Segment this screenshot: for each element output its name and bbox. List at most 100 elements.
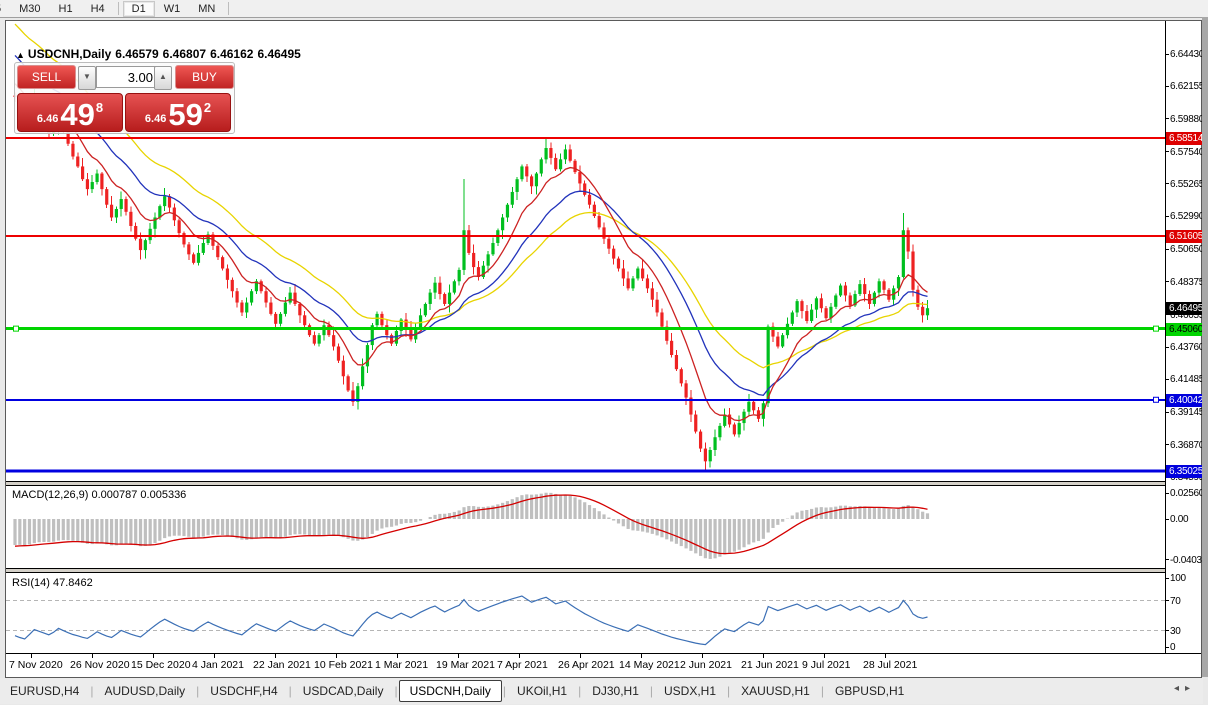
timeframe-button-m30[interactable]: M30 (10, 2, 49, 16)
timeframe-button-h1[interactable]: H1 (50, 2, 82, 16)
scale-tick-mark (1166, 281, 1169, 282)
scale-tick-mark (1166, 600, 1169, 601)
scale-tick-mark (1166, 249, 1169, 250)
price-tick: 6.57540 (1170, 146, 1204, 159)
rsi-tick: 30 (1170, 625, 1181, 638)
date-label: 28 Jul 2021 (863, 659, 917, 671)
buy-price-sup: 2 (204, 100, 211, 115)
tab-separator: | (578, 684, 581, 698)
macd-name: MACD(12,26,9) (12, 489, 88, 501)
price-tick: 6.50650 (1170, 243, 1204, 256)
tab-gbpusd-h1[interactable]: GBPUSD,H1 (825, 681, 914, 701)
date-tick-mark (214, 654, 215, 658)
date-tick-mark (580, 654, 581, 658)
timeframe-button-w1[interactable]: W1 (155, 2, 190, 16)
volume-decrease-button[interactable]: ▼ (78, 66, 96, 90)
scale-tick-mark (1166, 86, 1169, 87)
date-tick-mark (397, 654, 398, 658)
sell-price-button[interactable]: 6.46 49 8 (17, 93, 123, 132)
tab-usdcnh-daily[interactable]: USDCNH,Daily (399, 680, 502, 702)
rsi-canvas[interactable] (6, 573, 1165, 653)
date-tick-mark (763, 654, 764, 658)
date-tick-mark (92, 654, 93, 658)
chart-symbol-label: USDCNH,Daily (28, 47, 111, 61)
rsi-label: RSI(14) 47.8462 (12, 577, 93, 589)
price-tick: 6.43760 (1170, 341, 1204, 354)
price-scale[interactable]: 6.644306.621556.598806.575406.552656.529… (1166, 21, 1201, 653)
date-label: 4 Jan 2021 (192, 659, 244, 671)
quote-high: 6.46807 (163, 47, 206, 61)
date-label: 15 Dec 2020 (131, 659, 191, 671)
scale-tick-mark (1166, 444, 1169, 445)
chart-tab-bar: EURUSD,H4|AUDUSD,Daily|USDCHF,H4|USDCAD,… (0, 678, 1203, 704)
tab-ukoil-h1[interactable]: UKOil,H1 (507, 681, 577, 701)
tab-scroll-arrows[interactable]: ◂▸ (1174, 683, 1196, 694)
date-tick-mark (702, 654, 703, 658)
buy-price-prefix: 6.46 (145, 113, 166, 125)
tab-scroll-right-icon[interactable]: ▸ (1185, 683, 1196, 694)
volume-input[interactable] (96, 66, 160, 88)
tab-separator: | (196, 684, 199, 698)
scale-tick-mark (1166, 183, 1169, 184)
sell-price-big: 49 (60, 98, 94, 131)
tab-usdx-h1[interactable]: USDX,H1 (654, 681, 726, 701)
price-level-label: 6.51605 (1166, 230, 1206, 243)
macd-tick: 0.00 (1170, 513, 1188, 526)
macd-values: 0.000787 0.005336 (91, 489, 186, 501)
date-axis[interactable]: 7 Nov 202026 Nov 202015 Dec 20204 Jan 20… (6, 653, 1201, 676)
scale-tick-mark (1166, 519, 1169, 520)
price-tick: 6.59880 (1170, 113, 1204, 126)
quote-open: 6.46579 (115, 47, 158, 61)
date-tick-mark (336, 654, 337, 658)
timeframe-button-mn[interactable]: MN (189, 2, 224, 16)
tab-separator: | (90, 684, 93, 698)
scale-tick-mark (1166, 54, 1169, 55)
tab-separator: | (289, 684, 292, 698)
tab-separator: | (727, 684, 730, 698)
date-tick-mark (31, 654, 32, 658)
tab-eurusd-h4[interactable]: EURUSD,H4 (0, 681, 89, 701)
tab-separator: | (394, 684, 397, 698)
price-tick: 6.52990 (1170, 210, 1204, 223)
date-label: 21 Jun 2021 (741, 659, 799, 671)
macd-label: MACD(12,26,9) 0.000787 0.005336 (12, 489, 186, 501)
tab-scroll-left-icon[interactable]: ◂ (1174, 683, 1185, 694)
date-label: 22 Jan 2021 (253, 659, 311, 671)
scale-tick-mark (1166, 118, 1169, 119)
price-tick: 6.55265 (1170, 178, 1204, 191)
tab-audusd-daily[interactable]: AUDUSD,Daily (94, 681, 195, 701)
date-label: 1 Mar 2021 (375, 659, 428, 671)
buy-price-button[interactable]: 6.46 59 2 (125, 93, 231, 132)
scale-tick-mark (1166, 647, 1169, 648)
price-tick: 6.64430 (1170, 48, 1204, 61)
tab-separator: | (650, 684, 653, 698)
buy-price-big: 59 (168, 98, 202, 131)
rsi-tick: 70 (1170, 595, 1181, 608)
sell-button[interactable]: SELL (17, 65, 76, 89)
price-level-label: 6.35025 (1166, 465, 1206, 478)
scale-tick-mark (1166, 151, 1169, 152)
scale-tick-mark (1166, 379, 1169, 380)
date-tick-mark (275, 654, 276, 658)
toolbar-separator (118, 2, 119, 15)
chart-title: ▲USDCNH,Daily6.465796.468076.461626.4649… (16, 47, 305, 61)
quote-close: 6.46495 (257, 47, 300, 61)
price-level-label: 6.58514 (1166, 132, 1206, 145)
date-label: 7 Nov 2020 (9, 659, 63, 671)
timeframe-button-5[interactable]: 5 (0, 2, 10, 16)
tab-xauusd-h1[interactable]: XAUUSD,H1 (731, 681, 820, 701)
date-tick-mark (824, 654, 825, 658)
price-tick: 6.41485 (1170, 373, 1204, 386)
timeframe-button-d1[interactable]: D1 (123, 1, 155, 17)
date-tick-mark (458, 654, 459, 658)
tab-usdcad-daily[interactable]: USDCAD,Daily (293, 681, 394, 701)
tab-separator: | (821, 684, 824, 698)
buy-button[interactable]: BUY (175, 65, 234, 89)
quote-low: 6.46162 (210, 47, 253, 61)
volume-increase-button[interactable]: ▲ (154, 66, 172, 90)
date-tick-mark (885, 654, 886, 658)
timeframe-button-h4[interactable]: H4 (82, 2, 114, 16)
tab-usdchf-h4[interactable]: USDCHF,H4 (200, 681, 287, 701)
tab-dj30-h1[interactable]: DJ30,H1 (582, 681, 649, 701)
scale-tick-mark (1166, 578, 1169, 579)
